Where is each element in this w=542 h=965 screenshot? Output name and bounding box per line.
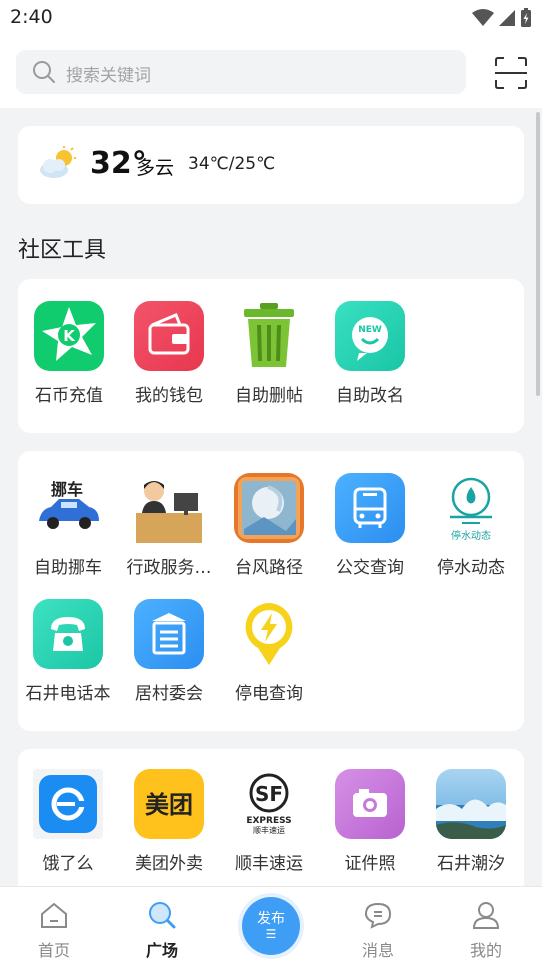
life-eleme[interactable]: 饿了么	[18, 769, 118, 874]
main-content[interactable]: 32° 多云 34℃/25℃ 社区工具 K 石币充值 我的钱包 自助删帖 NEW	[0, 108, 542, 886]
menu-lines-icon: ☰	[265, 927, 277, 941]
header: 搜索关键词	[0, 38, 542, 108]
weather-range: 34℃/25℃	[188, 154, 276, 174]
tool-label: 自助删帖	[235, 386, 303, 406]
service-water-outage[interactable]: 停水动态 停水动态	[421, 473, 521, 578]
sf-express-icon: SF EXPRESS 顺丰速运	[234, 769, 304, 839]
service-power-outage[interactable]: 停电查询	[219, 599, 319, 704]
weather-condition: 多云	[136, 157, 175, 179]
life-label: 证件照	[344, 854, 396, 874]
bus-icon	[335, 473, 405, 543]
wallet-icon	[134, 301, 204, 371]
service-move-car[interactable]: 挪车 自助挪车	[18, 473, 118, 578]
admin-service-icon	[134, 473, 204, 543]
nav-square-label: 广场	[145, 941, 178, 960]
water-outage-icon: 停水动态	[436, 473, 506, 543]
section-title: 社区工具	[18, 238, 107, 263]
svg-text:停水动态: 停水动态	[451, 529, 491, 542]
tool-rename[interactable]: NEW 自助改名	[320, 301, 420, 406]
coin-recharge-icon: K	[34, 301, 104, 371]
status-bar: 2:40	[0, 0, 542, 38]
status-icons	[472, 8, 532, 28]
battery-icon	[521, 8, 531, 27]
service-phone-book[interactable]: 石井电话本	[18, 599, 118, 704]
tool-coin-recharge[interactable]: K 石币充值	[19, 301, 119, 406]
tool-label: 石币充值	[35, 386, 103, 406]
life-id-photo[interactable]: 证件照	[320, 769, 420, 874]
partly-cloudy-icon	[40, 146, 76, 178]
home-icon	[41, 902, 67, 928]
tool-wallet[interactable]: 我的钱包	[119, 301, 219, 406]
nav-square[interactable]: 广场	[122, 901, 202, 961]
move-car-icon: 挪车	[33, 473, 103, 543]
nav-home-label: 首页	[37, 941, 70, 960]
svg-text:挪车: 挪车	[51, 480, 83, 499]
life-label: 顺丰速运	[235, 854, 303, 874]
search-placeholder: 搜索关键词	[66, 66, 151, 86]
life-tide[interactable]: 石井潮汐	[421, 769, 521, 874]
service-label: 公交查询	[336, 558, 404, 578]
publish-button[interactable]: 发布 ☰	[242, 897, 300, 955]
new-name-icon: NEW	[335, 301, 405, 371]
service-label: 居村委会	[135, 684, 203, 704]
square-search-icon	[149, 902, 176, 929]
service-typhoon[interactable]: 台风路径	[219, 473, 319, 578]
status-time: 2:40	[10, 6, 53, 28]
service-admin[interactable]: 行政服务…	[119, 473, 219, 578]
nav-messages[interactable]: 消息	[338, 901, 418, 961]
life-meituan[interactable]: 美团 美团外卖	[119, 769, 219, 874]
eleme-icon	[33, 769, 103, 839]
nav-home[interactable]: 首页	[14, 901, 94, 961]
trash-icon	[234, 301, 304, 371]
tool-label: 我的钱包	[135, 386, 203, 406]
scan-icon[interactable]	[494, 56, 528, 90]
meituan-icon: 美团	[134, 769, 204, 839]
wifi-icon	[472, 9, 494, 26]
publish-label: 发布	[257, 911, 285, 927]
svg-text:NEW: NEW	[358, 325, 382, 335]
nav-mine-label: 我的	[469, 941, 502, 960]
service-label: 行政服务…	[126, 558, 212, 578]
svg-text:顺丰速运: 顺丰速运	[253, 825, 285, 835]
life-label: 石井潮汐	[437, 854, 505, 874]
service-label: 台风路径	[235, 558, 303, 578]
chat-bubble-icon	[364, 902, 392, 929]
life-label: 饿了么	[42, 854, 94, 874]
life-sf-express[interactable]: SF EXPRESS 顺丰速运 顺丰速运	[219, 769, 319, 874]
service-bus[interactable]: 公交查询	[320, 473, 420, 578]
tool-label: 自助改名	[336, 386, 404, 406]
svg-text:EXPRESS: EXPRESS	[246, 816, 291, 826]
weather-card[interactable]: 32° 多云 34℃/25℃	[18, 126, 524, 204]
village-committee-icon	[134, 599, 204, 669]
search-icon	[33, 61, 55, 83]
service-label: 停水动态	[437, 558, 505, 578]
tide-icon	[436, 769, 506, 839]
tool-delete-post[interactable]: 自助删帖	[219, 301, 319, 406]
typhoon-icon	[234, 473, 304, 543]
svg-text:K: K	[63, 327, 76, 345]
svg-text:美团: 美团	[145, 791, 193, 819]
lifestyle-card: 饿了么 美团 美团外卖 SF EXPRESS 顺丰速运 顺丰速运 证件照 石井潮汐	[18, 749, 524, 886]
community-tools-card: K 石币充值 我的钱包 自助删帖 NEW 自助改名	[18, 279, 524, 433]
power-outage-icon	[234, 599, 304, 669]
service-label: 停电查询	[235, 684, 303, 704]
phone-book-icon	[33, 599, 103, 669]
scrollbar[interactable]	[536, 112, 540, 396]
nav-messages-label: 消息	[361, 941, 394, 960]
nav-mine[interactable]: 我的	[446, 901, 526, 961]
life-label: 美团外卖	[135, 854, 203, 874]
service-village-committee[interactable]: 居村委会	[119, 599, 219, 704]
user-icon	[472, 902, 500, 929]
service-label: 石井电话本	[25, 684, 111, 704]
services-card: 挪车 自助挪车 行政服务… 台风路径 公交查询 停水动态 停水动态 石井电话本 …	[18, 451, 524, 731]
bottom-nav: 首页 广场 发布 ☰ 消息 我的	[0, 886, 542, 965]
svg-text:SF: SF	[255, 782, 283, 806]
search-input[interactable]: 搜索关键词	[16, 50, 466, 94]
id-photo-icon	[335, 769, 405, 839]
service-label: 自助挪车	[34, 558, 102, 578]
signal-icon	[499, 10, 515, 26]
